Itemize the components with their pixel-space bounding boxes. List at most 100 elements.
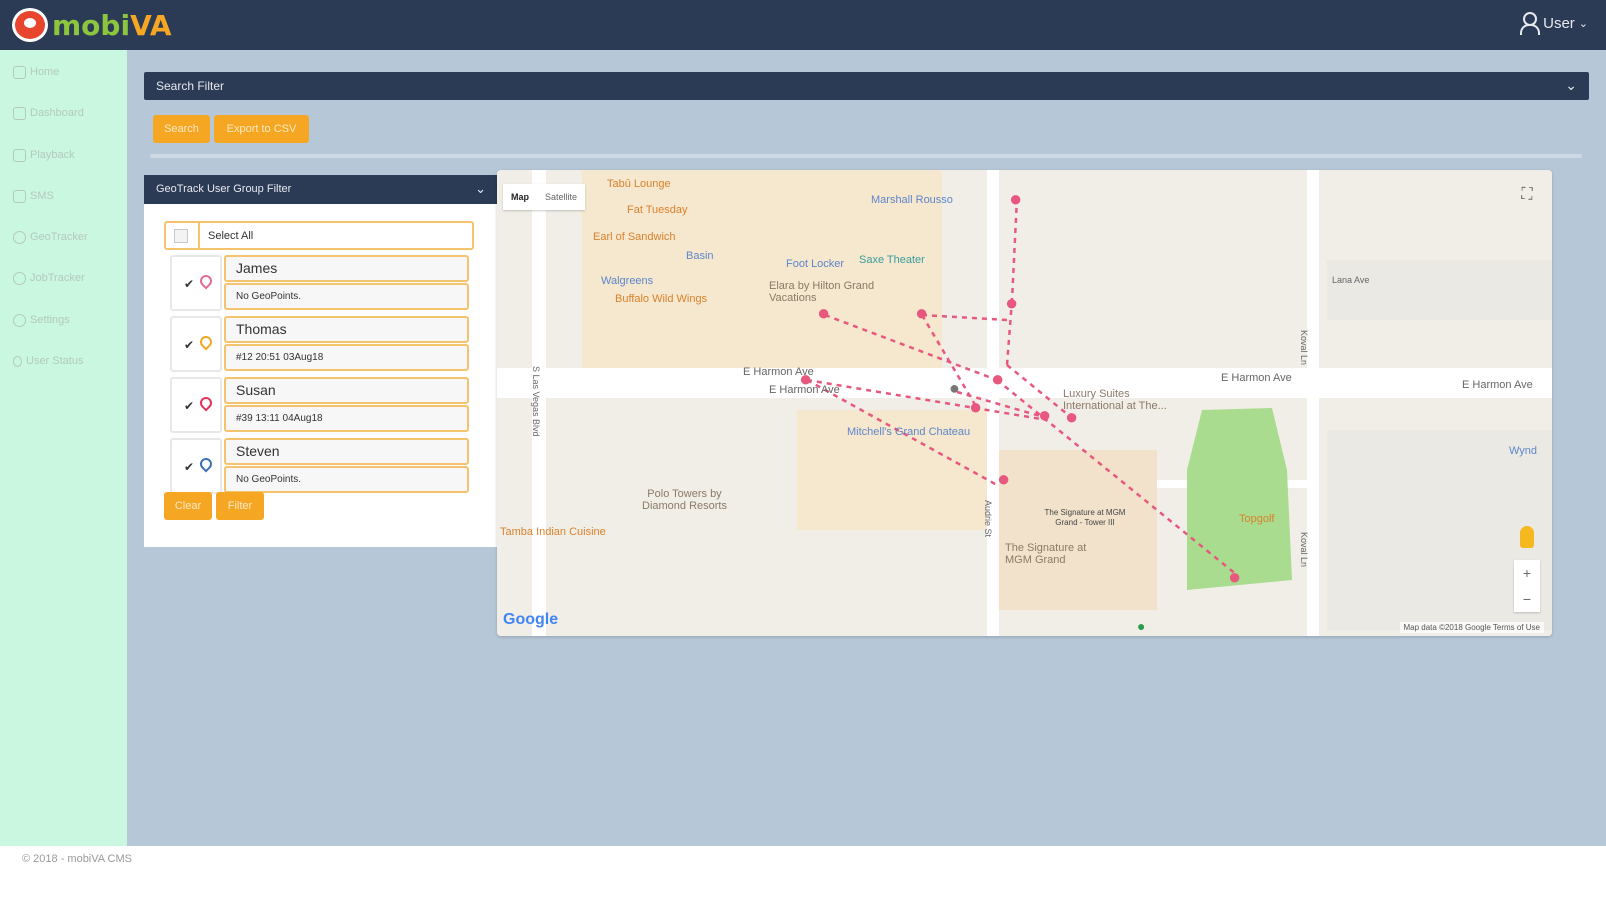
zoom-control: + − (1514, 560, 1540, 612)
user-menu[interactable]: User ⌄ (1519, 12, 1588, 35)
map-marker-icon[interactable]: ● (991, 366, 1004, 392)
user-name: James (224, 255, 469, 282)
group-filter-title: GeoTrack User Group Filter (156, 183, 292, 195)
select-all-label: Select All (208, 230, 254, 242)
map-attribution[interactable]: Map data ©2018 Google Terms of Use (1399, 622, 1544, 633)
poi-label[interactable]: The Signature at MGM Grand (1005, 542, 1095, 566)
user-select-cell[interactable]: ✔ (170, 255, 222, 311)
map-view[interactable]: Tabû Lounge Fat Tuesday Earl of Sandwich… (497, 170, 1552, 636)
poi-label[interactable]: Basin (686, 250, 714, 262)
poi-label[interactable]: The Signature at MGM Grand - Tower III (1035, 508, 1135, 528)
map-marker-icon[interactable]: ● (1065, 404, 1078, 430)
divider (150, 154, 1582, 158)
check-icon[interactable]: ✔ (184, 460, 194, 474)
location-icon (13, 230, 26, 244)
logo[interactable]: mobiVA (12, 8, 172, 42)
poi-label[interactable]: Wynd (1509, 445, 1537, 457)
filter-button[interactable]: Filter (216, 492, 264, 520)
sidebar-item-label: Dashboard (30, 107, 84, 119)
user-select-cell[interactable]: ✔ (170, 438, 222, 494)
street-view-pegman-icon[interactable] (1520, 526, 1534, 548)
clear-button[interactable]: Clear (164, 492, 212, 520)
search-button[interactable]: Search (153, 115, 210, 143)
dashboard-icon (13, 106, 26, 120)
poi-label[interactable]: Walgreens (601, 275, 653, 287)
sidebar-item-settings[interactable]: Settings (13, 309, 70, 331)
map-marker-icon[interactable]: ● (969, 394, 982, 420)
poi-label[interactable]: Earl of Sandwich (593, 231, 676, 243)
export-csv-button[interactable]: Export to CSV (214, 115, 309, 143)
poi-label[interactable]: Topgolf (1239, 513, 1274, 525)
user-status: No GeoPoints. (224, 283, 469, 310)
check-icon[interactable]: ✔ (184, 277, 194, 291)
sidebar-item-label: Playback (30, 149, 75, 161)
map-type-map-button[interactable]: Map (503, 184, 537, 210)
user-row-james: ✔ James No GeoPoints. (170, 255, 475, 311)
user-select-cell[interactable]: ✔ (170, 316, 222, 372)
user-row-thomas: ✔ Thomas #12 20:51 03Aug18 (170, 316, 475, 372)
sidebar-item-dashboard[interactable]: Dashboard (13, 102, 84, 124)
sidebar-item-label: SMS (30, 190, 54, 202)
check-icon[interactable]: ✔ (184, 399, 194, 413)
street-label: E Harmon Ave (1462, 379, 1533, 391)
user-label: User (1543, 14, 1575, 32)
zoom-in-button[interactable]: + (1514, 560, 1540, 586)
map-marker-icon[interactable]: ● (949, 378, 960, 399)
poi-label[interactable]: Tamba Indian Cuisine (500, 526, 606, 538)
map-marker-icon[interactable]: ● (1009, 186, 1022, 212)
poi-label[interactable]: Mitchell's Grand Chateau (847, 426, 970, 438)
map-marker-icon[interactable]: ● (1038, 402, 1051, 428)
map-marker-icon[interactable]: ● (817, 300, 830, 326)
street-label: Lana Ave (1332, 275, 1370, 285)
street-label: Koval Ln (1299, 330, 1309, 366)
divider (198, 223, 200, 248)
poi-label[interactable]: Buffalo Wild Wings (615, 293, 707, 305)
user-name: Steven (224, 438, 469, 465)
sidebar-item-geotracker[interactable]: GeoTracker (13, 226, 88, 248)
map-type-satellite-button[interactable]: Satellite (537, 184, 585, 210)
sidebar-item-user-status[interactable]: User Status (13, 350, 83, 372)
sidebar-item-sms[interactable]: SMS (13, 185, 54, 207)
user-name: Thomas (224, 316, 469, 343)
poi-label[interactable]: Marshall Rousso (871, 194, 953, 206)
poi-label[interactable]: Fat Tuesday (627, 204, 688, 216)
zoom-out-button[interactable]: − (1514, 586, 1540, 612)
user-icon (1519, 12, 1541, 35)
logo-text: mobiVA (52, 8, 172, 42)
poi-label[interactable]: Foot Locker (786, 258, 844, 270)
map-marker-icon[interactable]: ● (915, 300, 928, 326)
poi-label[interactable]: Saxe Theater (859, 254, 925, 266)
jobtracker-icon (13, 271, 26, 285)
logo-icon (12, 8, 48, 42)
street-label: Koval Ln (1299, 532, 1309, 568)
chevron-down-icon: ⌄ (475, 181, 486, 196)
map-marker-icon[interactable]: ● (997, 466, 1010, 492)
map-marker-icon[interactable]: ● (1137, 618, 1145, 634)
sidebar-item-playback[interactable]: Playback (13, 144, 75, 166)
user-status: #39 13:11 04Aug18 (224, 405, 469, 432)
pin-icon (13, 355, 22, 367)
poi-label[interactable]: Polo Towers by Diamond Resorts (627, 488, 742, 512)
street-label: S Las Vegas Blvd (531, 366, 541, 437)
map-marker-icon[interactable]: ● (799, 366, 812, 392)
group-filter-header[interactable]: GeoTrack User Group Filter ⌄ (144, 175, 498, 204)
select-all-row[interactable]: Select All (164, 221, 474, 250)
poi-label[interactable]: Luxury Suites International at The... (1063, 388, 1193, 412)
sidebar-item-jobtracker[interactable]: JobTracker (13, 267, 85, 289)
fullscreen-icon[interactable]: ⛶ (1514, 182, 1540, 208)
poi-label[interactable]: Tabû Lounge (607, 178, 671, 190)
map-pin-icon (200, 336, 212, 351)
street-label: Audrie St (983, 500, 993, 538)
street-label: E Harmon Ave (1221, 372, 1292, 384)
sidebar-item-home[interactable]: Home (13, 61, 59, 83)
user-name: Susan (224, 377, 469, 404)
gear-icon (13, 313, 26, 327)
user-select-cell[interactable]: ✔ (170, 377, 222, 433)
search-filter-header[interactable]: Search Filter ⌄ (144, 72, 1589, 100)
select-all-checkbox[interactable] (174, 229, 188, 243)
playback-icon (13, 148, 26, 162)
map-marker-icon[interactable]: ● (1228, 564, 1241, 590)
check-icon[interactable]: ✔ (184, 338, 194, 352)
map-marker-icon[interactable]: ● (1005, 290, 1018, 316)
footer-text: © 2018 - mobiVA CMS (22, 853, 132, 865)
